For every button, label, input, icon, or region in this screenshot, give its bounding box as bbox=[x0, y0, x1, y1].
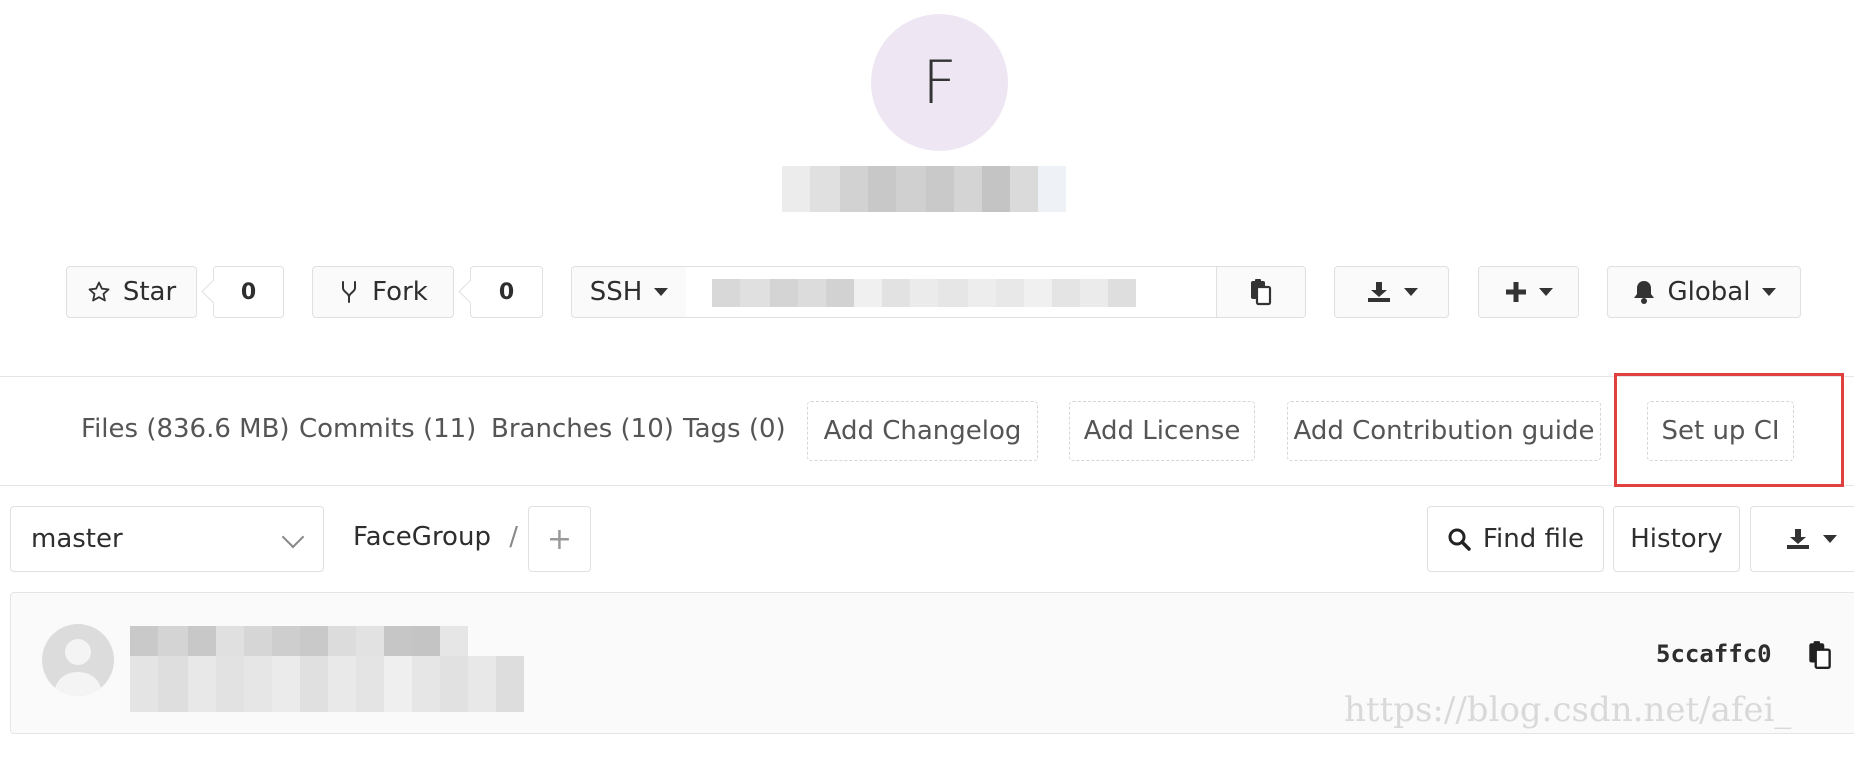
project-avatar-letter: F bbox=[922, 47, 957, 118]
stat-tags[interactable]: Tags (0) bbox=[683, 414, 786, 444]
breadcrumb-path[interactable]: FaceGroup bbox=[353, 522, 491, 552]
project-avatar: F bbox=[871, 14, 1008, 151]
copy-url-button[interactable] bbox=[1216, 266, 1306, 318]
fork-count[interactable]: 0 bbox=[470, 266, 543, 318]
download-source-dropdown[interactable] bbox=[1750, 506, 1854, 572]
breadcrumb: FaceGroup / bbox=[353, 522, 518, 552]
add-to-tree-button[interactable]: + bbox=[528, 506, 591, 572]
branch-selector[interactable]: master bbox=[10, 506, 324, 572]
bell-icon bbox=[1633, 281, 1654, 304]
chevron-down-icon bbox=[1538, 288, 1553, 296]
clipboard-icon bbox=[1251, 279, 1272, 306]
download-icon bbox=[1786, 529, 1809, 549]
star-icon bbox=[88, 281, 110, 302]
commit-author-avatar[interactable] bbox=[42, 624, 114, 696]
add-changelog-button[interactable]: Add Changelog bbox=[807, 401, 1038, 461]
chevron-down-icon bbox=[654, 288, 669, 296]
clone-protocol-dropdown[interactable]: SSH bbox=[571, 266, 687, 318]
clipboard-icon bbox=[1809, 641, 1831, 670]
fork-label: Fork bbox=[372, 277, 428, 307]
branch-name: master bbox=[31, 524, 123, 554]
chevron-down-icon bbox=[1403, 288, 1418, 296]
star-count[interactable]: 0 bbox=[213, 266, 284, 318]
copy-sha-button[interactable] bbox=[1806, 640, 1836, 670]
add-license-button[interactable]: Add License bbox=[1069, 401, 1255, 461]
annotation-highlight-box bbox=[1614, 373, 1844, 487]
commit-author-blurred bbox=[130, 656, 524, 712]
add-contribution-guide-button[interactable]: Add Contribution guide bbox=[1287, 401, 1601, 461]
fork-button[interactable]: Fork bbox=[312, 266, 454, 318]
user-icon bbox=[54, 639, 102, 696]
notifications-label: Global bbox=[1667, 277, 1751, 307]
chevron-down-icon bbox=[1762, 288, 1777, 296]
commit-sha[interactable]: 5ccaffc0 bbox=[1656, 640, 1772, 668]
breadcrumb-separator: / bbox=[509, 522, 518, 552]
clone-url-input[interactable] bbox=[686, 266, 1217, 318]
history-label: History bbox=[1630, 524, 1723, 554]
find-file-button[interactable]: Find file bbox=[1427, 506, 1604, 572]
fork-icon bbox=[342, 281, 357, 303]
notifications-dropdown[interactable]: Global bbox=[1607, 266, 1801, 318]
download-icon bbox=[1367, 282, 1390, 302]
download-dropdown[interactable] bbox=[1334, 266, 1449, 318]
clone-url-blurred bbox=[712, 279, 1136, 307]
clone-protocol-label: SSH bbox=[589, 277, 643, 307]
chevron-down-icon bbox=[1822, 535, 1837, 543]
history-button[interactable]: History bbox=[1613, 506, 1740, 572]
star-label: Star bbox=[122, 277, 177, 307]
stat-commits[interactable]: Commits (11) bbox=[299, 414, 476, 444]
search-icon bbox=[1448, 528, 1471, 551]
stat-branches[interactable]: Branches (10) bbox=[491, 414, 674, 444]
plus-icon: + bbox=[546, 521, 573, 557]
star-button[interactable]: Star bbox=[66, 266, 197, 318]
commit-message-blurred bbox=[130, 626, 468, 656]
new-item-dropdown[interactable] bbox=[1478, 266, 1579, 318]
plus-icon bbox=[1505, 282, 1526, 302]
stat-files[interactable]: Files (836.6 MB) bbox=[81, 414, 290, 444]
chevron-down-icon bbox=[281, 525, 305, 549]
find-file-label: Find file bbox=[1482, 524, 1585, 554]
watermark-text: https://blog.csdn.net/afei_ bbox=[1344, 690, 1792, 730]
project-name-blurred bbox=[782, 166, 1066, 212]
